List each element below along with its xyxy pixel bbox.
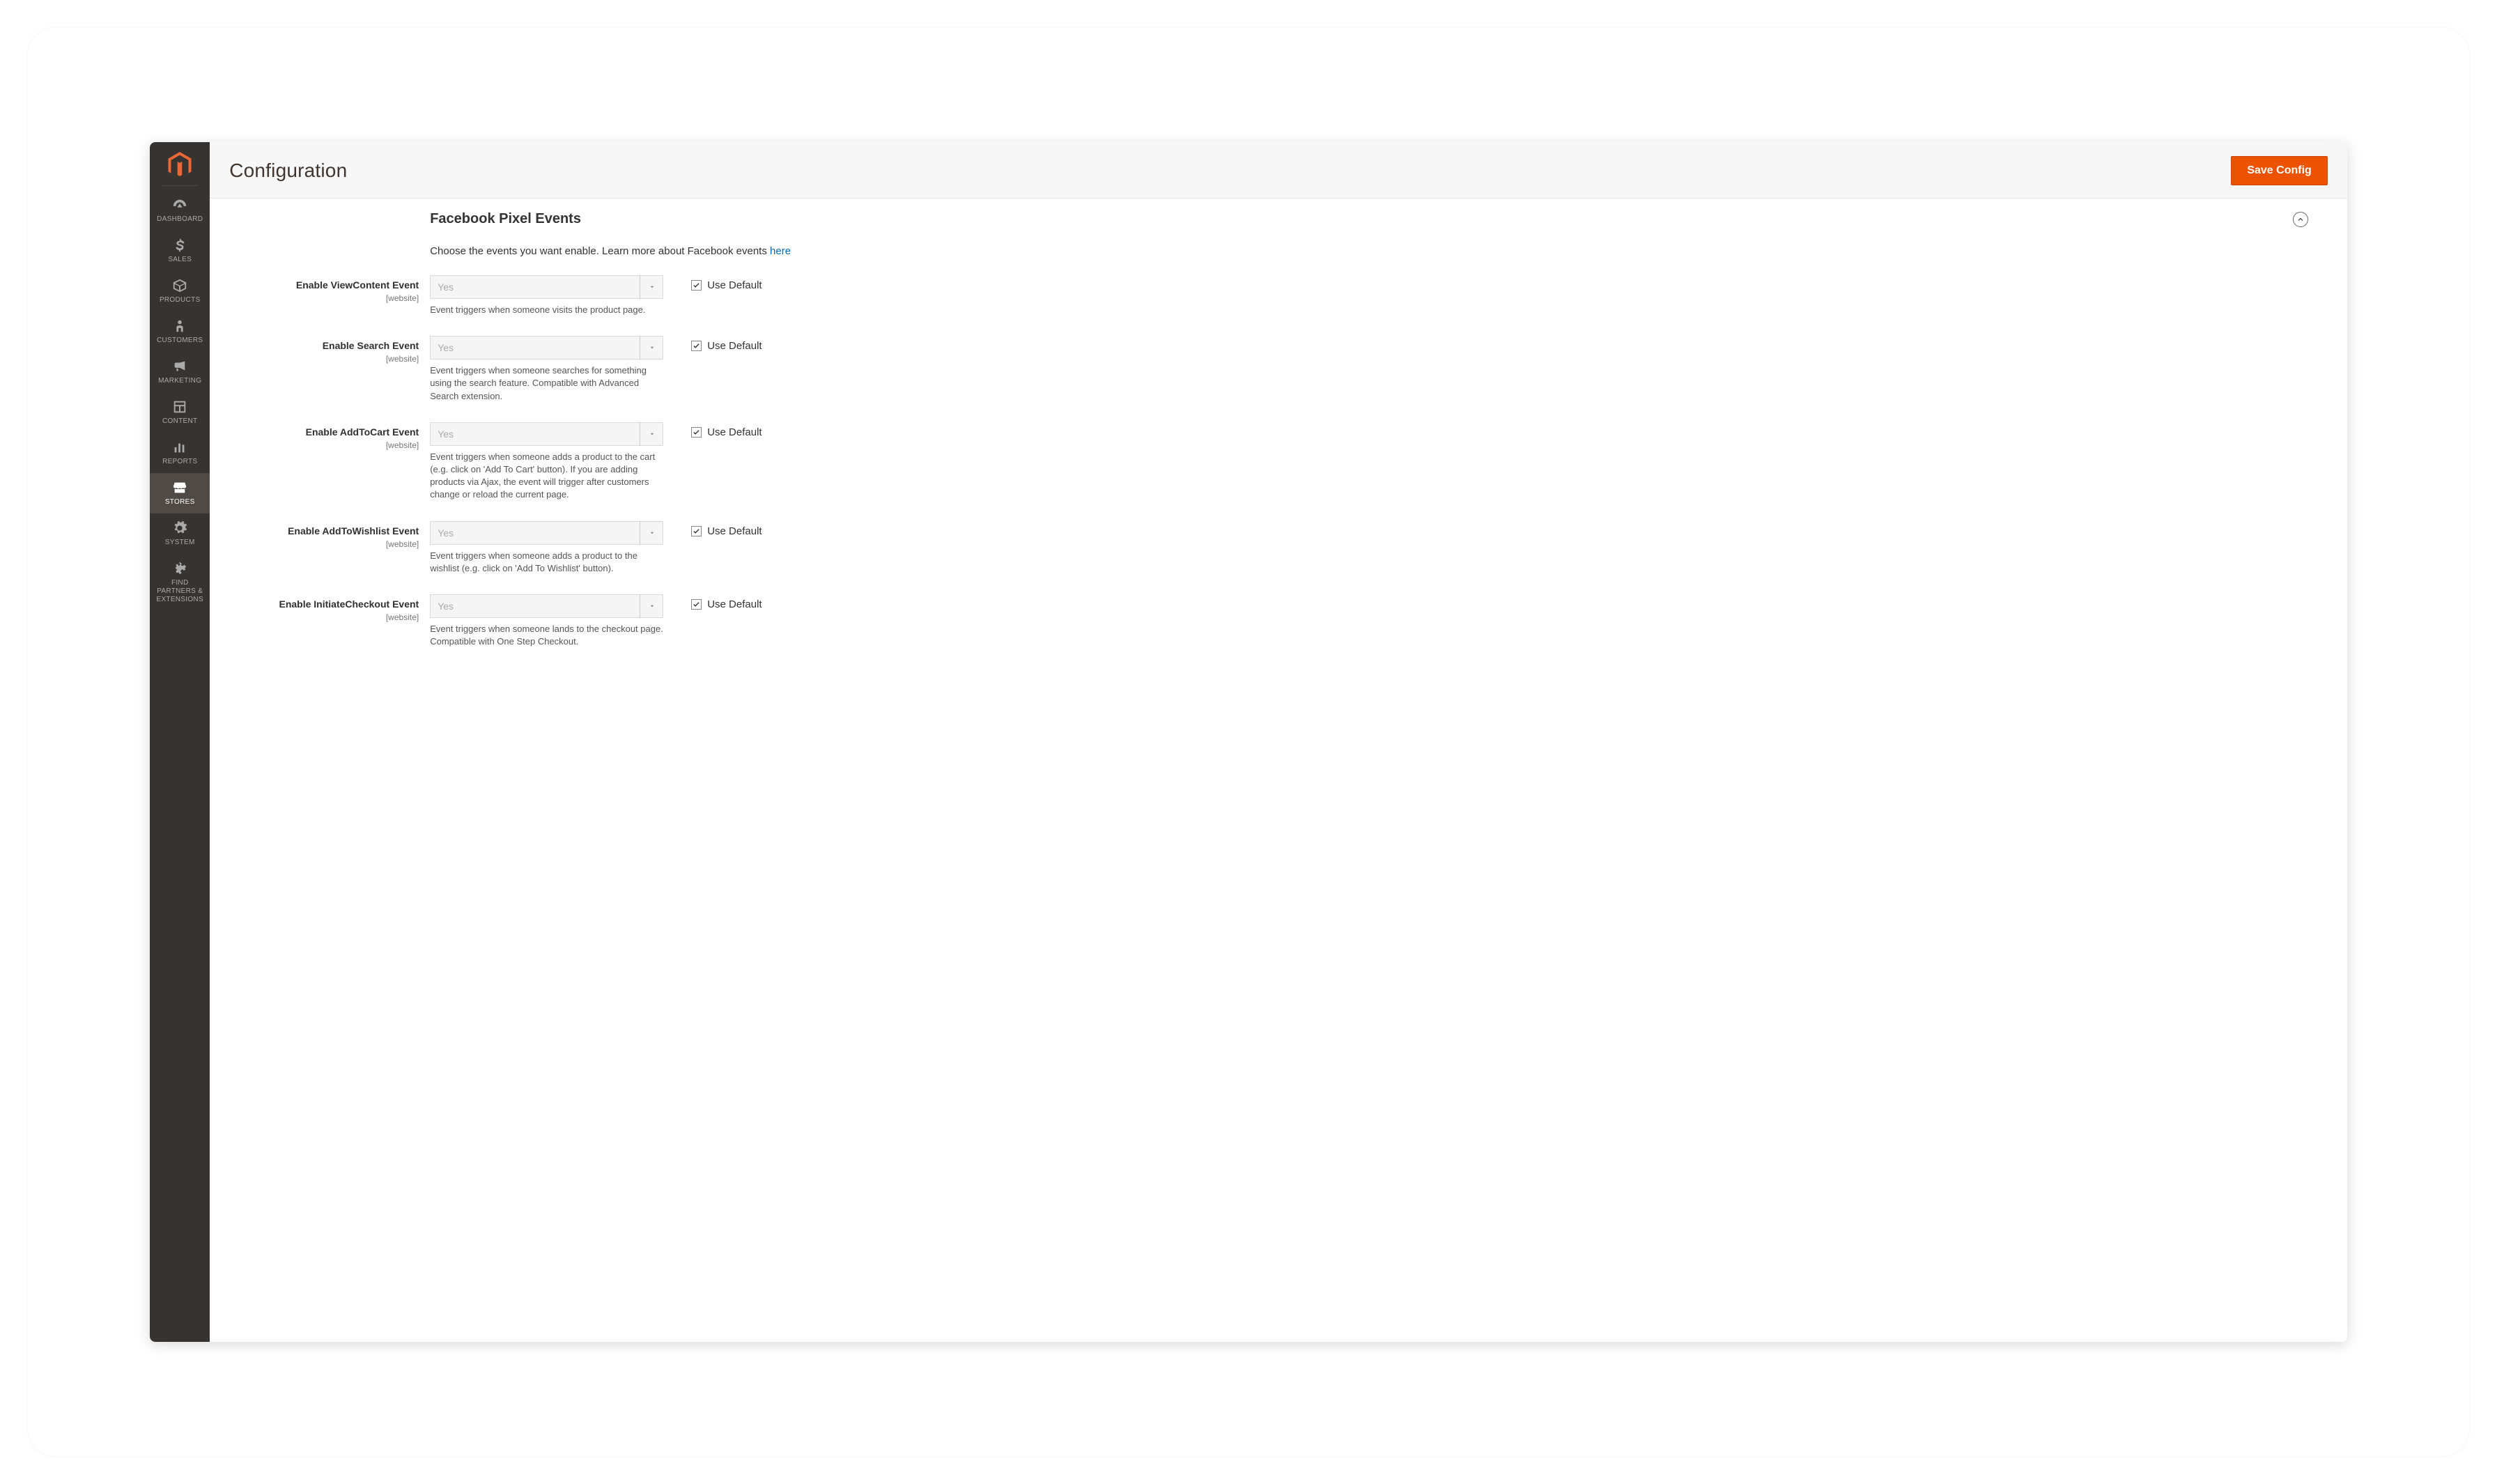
sidebar-item-label: CONTENT xyxy=(160,417,200,426)
check-icon xyxy=(693,601,700,608)
use-default-checkbox[interactable] xyxy=(691,599,702,610)
field-select[interactable]: Yes xyxy=(430,275,663,299)
intro-text: Choose the events you want enable. Learn… xyxy=(430,245,770,257)
sidebar-item-label: DASHBOARD xyxy=(154,215,206,224)
sidebar-item-products[interactable]: PRODUCTS xyxy=(150,271,210,311)
use-default-checkbox[interactable] xyxy=(691,341,702,351)
box-icon xyxy=(172,278,187,293)
sidebar-item-label: PRODUCTS xyxy=(157,296,203,304)
sidebar-item-label: REPORTS xyxy=(160,458,200,466)
field-scope: [website] xyxy=(249,354,419,364)
gear-icon xyxy=(172,520,187,536)
check-icon xyxy=(693,342,700,350)
field-scope: [website] xyxy=(249,612,419,622)
field-note: Event triggers when someone adds a produ… xyxy=(430,550,663,575)
field-scope: [website] xyxy=(249,293,419,303)
field-label: Enable Search Event xyxy=(323,340,419,351)
field-label: Enable InitiateCheckout Event xyxy=(279,598,419,610)
use-default-label: Use Default xyxy=(707,279,762,291)
sidebar-item-partners[interactable]: FIND PARTNERS & EXTENSIONS xyxy=(150,554,210,611)
sidebar-item-dashboard[interactable]: DASHBOARD xyxy=(150,190,210,231)
puzzle-icon xyxy=(172,561,187,576)
main-panel: Configuration Save Config Facebook Pixel… xyxy=(210,142,2347,1342)
person-icon xyxy=(172,318,187,334)
sidebar-item-stores[interactable]: STORES xyxy=(150,473,210,513)
sidebar: DASHBOARD SALES PRODUCTS CUSTOMERS xyxy=(150,142,210,1342)
config-field-row: Enable AddToWishlist Event [website] Yes… xyxy=(430,521,2322,575)
megaphone-icon xyxy=(172,359,187,374)
field-note: Event triggers when someone lands to the… xyxy=(430,623,663,648)
content-area[interactable]: Facebook Pixel Events Choose the events … xyxy=(210,199,2347,1342)
page-title: Configuration xyxy=(229,160,347,182)
bars-icon xyxy=(172,440,187,455)
dollar-icon xyxy=(172,238,187,253)
sidebar-item-marketing[interactable]: MARKETING xyxy=(150,352,210,392)
sidebar-item-reports[interactable]: REPORTS xyxy=(150,433,210,473)
check-icon xyxy=(693,281,700,289)
magento-logo-icon xyxy=(167,152,193,178)
sidebar-item-sales[interactable]: SALES xyxy=(150,231,210,271)
use-default-checkbox[interactable] xyxy=(691,280,702,291)
app-window: DASHBOARD SALES PRODUCTS CUSTOMERS xyxy=(150,142,2347,1342)
use-default-label: Use Default xyxy=(707,525,762,537)
config-field-row: Enable AddToCart Event [website] Yes Eve… xyxy=(430,422,2322,502)
config-field-row: Enable InitiateCheckout Event [website] … xyxy=(430,594,2322,648)
sidebar-item-label: SYSTEM xyxy=(162,539,198,547)
check-icon xyxy=(693,428,700,436)
store-icon xyxy=(172,480,187,495)
use-default-label: Use Default xyxy=(707,340,762,352)
section-title: Facebook Pixel Events xyxy=(430,211,581,227)
use-default-checkbox[interactable] xyxy=(691,526,702,536)
sidebar-item-label: SALES xyxy=(165,256,194,264)
field-select[interactable]: Yes xyxy=(430,594,663,618)
field-note: Event triggers when someone searches for… xyxy=(430,364,663,403)
use-default-label: Use Default xyxy=(707,426,762,438)
config-field-row: Enable ViewContent Event [website] Yes E… xyxy=(430,275,2322,316)
sidebar-item-content[interactable]: CONTENT xyxy=(150,392,210,433)
config-field-row: Enable Search Event [website] Yes Event … xyxy=(430,336,2322,403)
field-select[interactable]: Yes xyxy=(430,336,663,360)
collapse-toggle[interactable] xyxy=(2293,212,2308,227)
field-label: Enable AddToCart Event xyxy=(306,426,419,438)
sidebar-item-system[interactable]: SYSTEM xyxy=(150,513,210,554)
field-note: Event triggers when someone visits the p… xyxy=(430,304,663,316)
field-scope: [website] xyxy=(249,539,419,549)
sidebar-item-customers[interactable]: CUSTOMERS xyxy=(150,311,210,352)
check-icon xyxy=(693,527,700,535)
field-select[interactable]: Yes xyxy=(430,521,663,545)
use-default-checkbox[interactable] xyxy=(691,427,702,438)
field-label: Enable AddToWishlist Event xyxy=(288,525,419,536)
chevron-up-icon xyxy=(2296,215,2305,224)
divider xyxy=(162,185,198,186)
section-intro: Choose the events you want enable. Learn… xyxy=(430,245,2322,257)
layout-icon xyxy=(172,399,187,415)
sidebar-item-label: MARKETING xyxy=(155,377,204,385)
field-label: Enable ViewContent Event xyxy=(296,279,419,291)
gauge-icon xyxy=(172,197,187,212)
sidebar-item-label: CUSTOMERS xyxy=(154,337,206,345)
field-note: Event triggers when someone adds a produ… xyxy=(430,451,663,502)
sidebar-item-label: FIND PARTNERS & EXTENSIONS xyxy=(150,579,210,604)
use-default-label: Use Default xyxy=(707,598,762,610)
field-select[interactable]: Yes xyxy=(430,422,663,446)
intro-link[interactable]: here xyxy=(770,245,791,257)
sidebar-item-label: STORES xyxy=(162,498,198,507)
topbar: Configuration Save Config xyxy=(210,142,2347,199)
save-config-button[interactable]: Save Config xyxy=(2231,156,2327,185)
field-scope: [website] xyxy=(249,440,419,450)
